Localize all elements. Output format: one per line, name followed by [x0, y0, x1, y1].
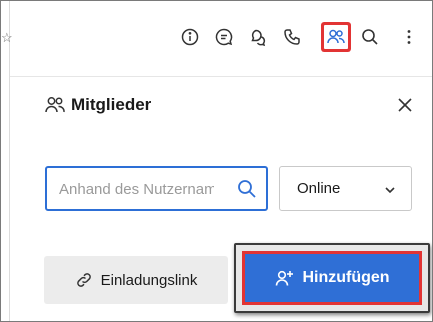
chat-icon[interactable] [212, 25, 236, 49]
add-member-label: Hinzufügen [302, 269, 390, 286]
member-search-field[interactable] [45, 166, 268, 211]
invite-link-button[interactable]: Einladungslink [44, 256, 228, 304]
phone-icon[interactable] [280, 25, 304, 49]
info-icon[interactable] [178, 25, 202, 49]
search-icon[interactable] [358, 25, 382, 49]
more-icon[interactable] [397, 25, 421, 49]
status-filter-select[interactable]: Online [279, 166, 412, 211]
members-icon[interactable] [324, 25, 348, 49]
invite-link-label: Einladungslink [100, 271, 198, 289]
members-header-icon [45, 97, 65, 113]
add-button-highlight: Hinzufügen [234, 243, 430, 313]
panel-title: Mitglieder [71, 95, 152, 114]
room-toolbar [10, 1, 432, 77]
member-search-input[interactable] [59, 178, 214, 200]
members-panel-window: ☆ Mitglieder Anhand des Nutzernamens suc… [0, 0, 433, 322]
threads-icon[interactable] [246, 25, 270, 49]
close-icon[interactable] [396, 96, 414, 114]
add-member-button[interactable]: Hinzufügen [242, 251, 422, 305]
chevron-down-icon [385, 187, 395, 194]
star-icon[interactable]: ☆ [1, 31, 13, 44]
search-field-icon[interactable] [236, 178, 258, 200]
panel-header: Mitglieder [10, 77, 432, 135]
add-user-icon [276, 270, 294, 286]
link-icon [76, 273, 91, 287]
status-filter-value: Online [297, 180, 341, 197]
